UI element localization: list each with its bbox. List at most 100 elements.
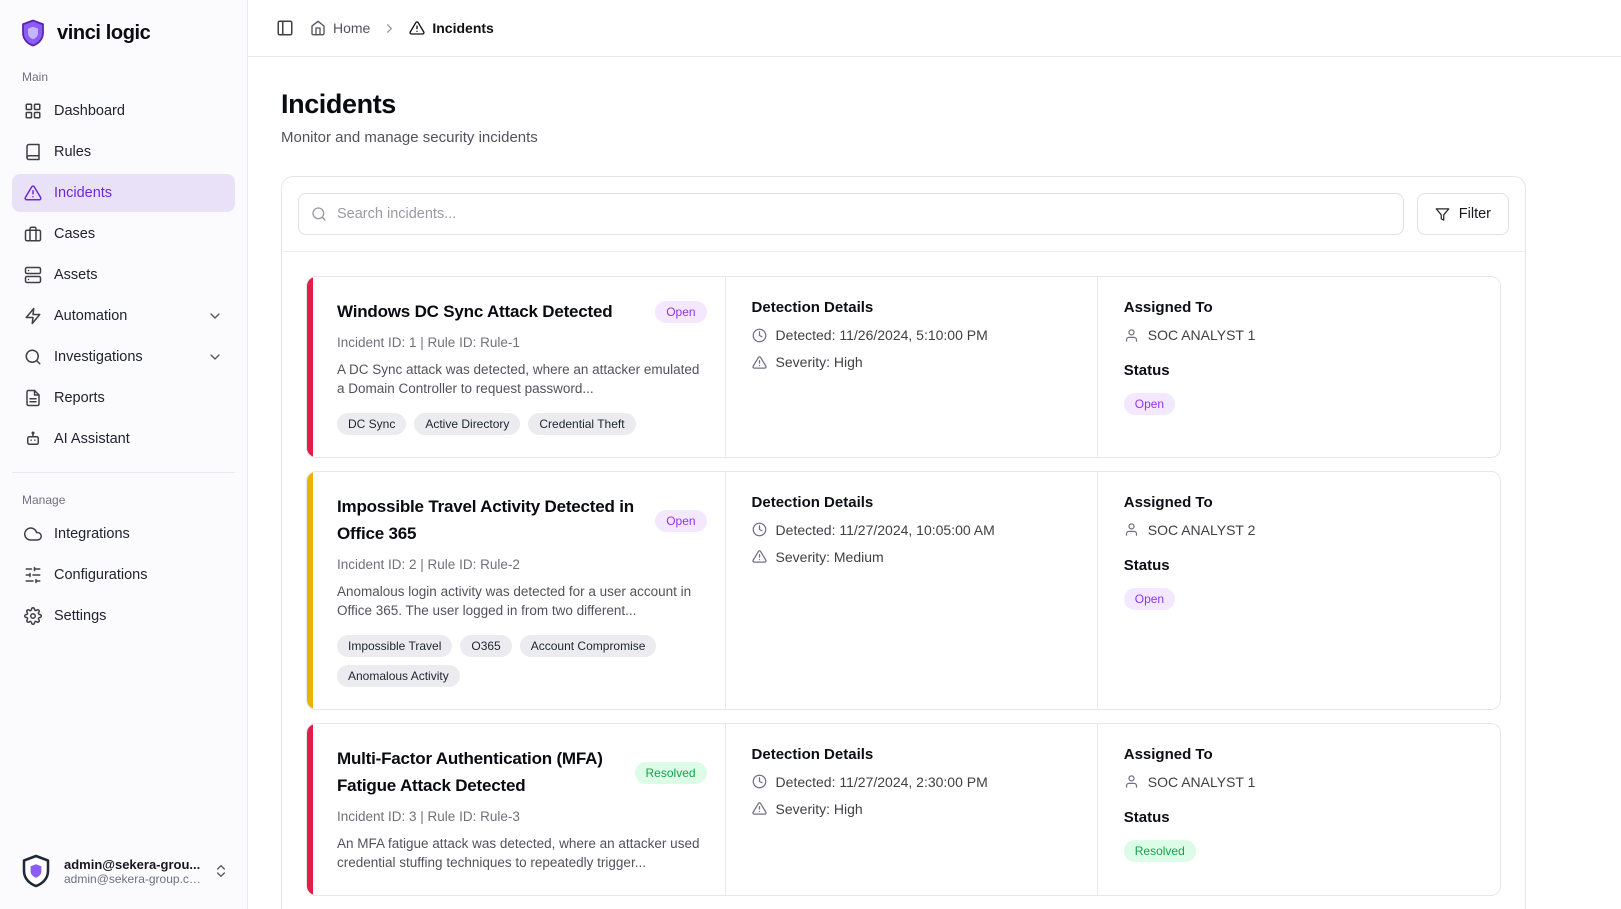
incident-card[interactable]: Impossible Travel Activity Detected in O… bbox=[306, 471, 1501, 710]
settings-icon bbox=[24, 607, 42, 625]
tag: Anomalous Activity bbox=[337, 665, 460, 687]
assignment-details: Assigned ToSOC ANALYST 1StatusOpen bbox=[1097, 277, 1500, 457]
filter-button[interactable]: Filter bbox=[1417, 193, 1509, 235]
incident-card[interactable]: Windows DC Sync Attack Detected Open Incid… bbox=[306, 276, 1501, 458]
incident-meta: Incident ID: 1 | Rule ID: Rule-1 bbox=[337, 335, 707, 350]
sidebar-item-automation[interactable]: Automation bbox=[12, 297, 235, 335]
sidebar-item-label: Investigations bbox=[54, 349, 195, 365]
detection-heading: Detection Details bbox=[752, 299, 1079, 316]
breadcrumb-home[interactable]: Home bbox=[310, 20, 370, 36]
assignee-row: SOC ANALYST 1 bbox=[1124, 327, 1482, 343]
assignee-name: SOC ANALYST 2 bbox=[1148, 522, 1256, 538]
cloud-icon bbox=[24, 525, 42, 543]
page-title: Incidents bbox=[281, 89, 1526, 120]
severity-value: Severity: High bbox=[776, 354, 863, 370]
page-content: Incidents Monitor and manage security in… bbox=[248, 57, 1621, 909]
file-text-icon bbox=[24, 389, 42, 407]
alert-triangle-icon bbox=[24, 184, 42, 202]
brand-shield-icon bbox=[18, 18, 48, 48]
topbar: Home Incidents bbox=[248, 0, 1621, 57]
incident-card[interactable]: Multi-Factor Authentication (MFA) Fatigu… bbox=[306, 723, 1501, 896]
status-heading: Status bbox=[1124, 362, 1482, 379]
grid-icon bbox=[24, 102, 42, 120]
assigned-heading: Assigned To bbox=[1124, 494, 1482, 511]
sidebar-item-label: Rules bbox=[54, 144, 223, 160]
alert-triangle-icon bbox=[752, 801, 767, 816]
user-icon bbox=[1124, 522, 1139, 537]
sliders-icon bbox=[24, 566, 42, 584]
sidebar-item-settings[interactable]: Settings bbox=[12, 597, 235, 635]
user-icon bbox=[1124, 328, 1139, 343]
incident-title: Windows DC Sync Attack Detected bbox=[337, 299, 612, 326]
user-menu[interactable]: admin@sekera-grou... admin@sekera-group.… bbox=[12, 845, 235, 897]
sidebar-item-configurations[interactable]: Configurations bbox=[12, 556, 235, 594]
sidebar-item-dashboard[interactable]: Dashboard bbox=[12, 92, 235, 130]
status-badge: Resolved bbox=[635, 762, 707, 784]
tag: O365 bbox=[460, 635, 511, 657]
detected-row: Detected: 11/27/2024, 10:05:00 AM bbox=[752, 522, 1079, 538]
clock-icon bbox=[752, 774, 767, 789]
sidebar-item-reports[interactable]: Reports bbox=[12, 379, 235, 417]
incident-meta: Incident ID: 3 | Rule ID: Rule-3 bbox=[337, 809, 707, 824]
detection-heading: Detection Details bbox=[752, 494, 1079, 511]
detection-details: Detection Details Detected: 11/27/2024, 1… bbox=[725, 472, 1097, 709]
user-avatar-shield-icon bbox=[18, 853, 54, 889]
status-badge: Open bbox=[655, 510, 706, 532]
sidebar-item-label: Automation bbox=[54, 308, 195, 324]
severity-row: Severity: Medium bbox=[752, 549, 1079, 565]
search-icon bbox=[24, 348, 42, 366]
sidebar-item-ai-assistant[interactable]: AI Assistant bbox=[12, 420, 235, 458]
sidebar-item-label: Reports bbox=[54, 390, 223, 406]
status-badge: Open bbox=[655, 301, 706, 323]
chevron-right-icon bbox=[382, 21, 397, 36]
nav-section-label: Manage bbox=[22, 493, 225, 507]
breadcrumb-home-label: Home bbox=[333, 20, 370, 36]
chevrons-up-down-icon bbox=[213, 863, 229, 879]
nav-section-main: Main Dashboard Rules IncidentsCases Assets Au… bbox=[12, 70, 235, 458]
filter-icon bbox=[1435, 207, 1450, 222]
sidebar-item-label: AI Assistant bbox=[54, 431, 223, 447]
sidebar-item-integrations[interactable]: Integrations bbox=[12, 515, 235, 553]
filter-button-label: Filter bbox=[1459, 206, 1491, 222]
brand-name: vinci logic bbox=[57, 22, 150, 45]
sidebar-item-label: Dashboard bbox=[54, 103, 223, 119]
detected-value: Detected: 11/27/2024, 2:30:00 PM bbox=[776, 774, 988, 790]
sidebar-item-assets[interactable]: Assets bbox=[12, 256, 235, 294]
severity-value: Severity: High bbox=[776, 801, 863, 817]
status-badge: Open bbox=[1124, 393, 1175, 415]
incidents-panel: Filter Windows DC Sync Attack Detected Op… bbox=[281, 176, 1526, 909]
assignee-name: SOC ANALYST 1 bbox=[1148, 327, 1256, 343]
severity-accent-bar bbox=[307, 724, 313, 895]
search-wrap bbox=[298, 193, 1404, 235]
incident-meta: Incident ID: 2 | Rule ID: Rule-2 bbox=[337, 557, 707, 572]
search-input[interactable] bbox=[298, 193, 1404, 235]
assignee-name: SOC ANALYST 1 bbox=[1148, 774, 1256, 790]
detection-heading: Detection Details bbox=[752, 746, 1079, 763]
breadcrumb-current-label: Incidents bbox=[432, 20, 493, 36]
sidebar-item-cases[interactable]: Cases bbox=[12, 215, 235, 253]
tag: Account Compromise bbox=[520, 635, 657, 657]
detected-value: Detected: 11/26/2024, 5:10:00 PM bbox=[776, 327, 988, 343]
sidebar-item-label: Assets bbox=[54, 267, 223, 283]
incident-summary: Impossible Travel Activity Detected in O… bbox=[307, 472, 725, 709]
tag: Credential Theft bbox=[528, 413, 635, 435]
brand: vinci logic bbox=[12, 18, 235, 58]
incident-description: An MFA fatigue attack was detected, wher… bbox=[337, 834, 707, 873]
sidebar-item-investigations[interactable]: Investigations bbox=[12, 338, 235, 376]
chevron-down-icon bbox=[207, 349, 223, 365]
assignment-details: Assigned ToSOC ANALYST 1StatusResolved bbox=[1097, 724, 1500, 895]
nav-section-label: Main bbox=[22, 70, 225, 84]
incident-description: A DC Sync attack was detected, where an … bbox=[337, 360, 707, 399]
status-heading: Status bbox=[1124, 557, 1482, 574]
tag-list: DC SyncActive DirectoryCredential Theft bbox=[337, 413, 707, 435]
incident-title: Impossible Travel Activity Detected in O… bbox=[337, 494, 643, 548]
home-icon bbox=[310, 20, 326, 36]
sidebar-item-incidents[interactable]: Incidents bbox=[12, 174, 235, 212]
main-area: Home Incidents Incidents Monitor and man… bbox=[248, 0, 1621, 909]
sidebar-item-rules[interactable]: Rules bbox=[12, 133, 235, 171]
sidebar-toggle-button[interactable] bbox=[272, 15, 298, 41]
zap-icon bbox=[24, 307, 42, 325]
status-badge: Resolved bbox=[1124, 840, 1196, 862]
sidebar-item-label: Integrations bbox=[54, 526, 223, 542]
alert-triangle-icon bbox=[752, 355, 767, 370]
